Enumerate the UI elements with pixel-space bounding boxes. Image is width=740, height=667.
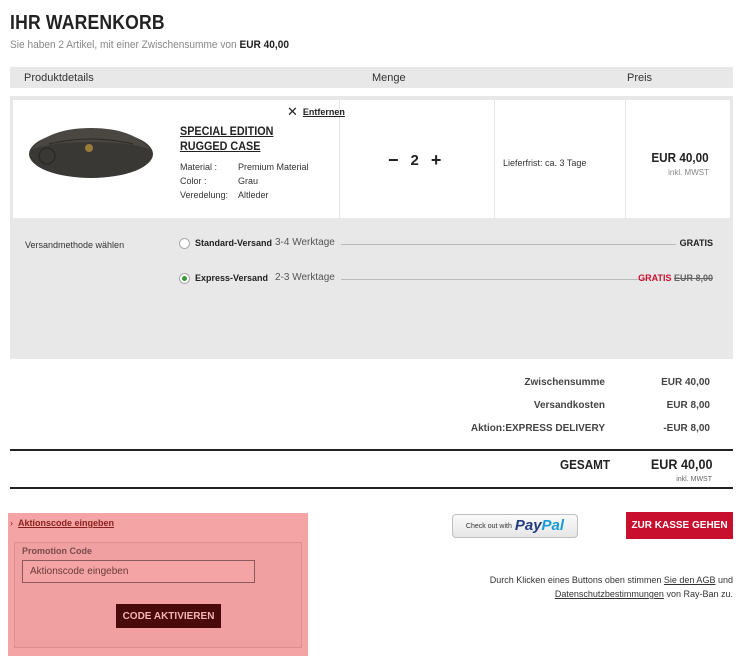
shipping-dotted-line — [341, 279, 646, 280]
paypal-checkout-button[interactable]: Check out with PayPal — [452, 514, 578, 538]
product-name-link[interactable]: SPECIAL EDITION RUGGED CASE — [180, 124, 306, 154]
shipping-option-days: 2-3 Werktage — [275, 272, 335, 283]
total-bottom-rule — [10, 487, 733, 489]
attribute-key: Veredelung: — [180, 190, 229, 200]
agb-link[interactable]: Sie den AGB — [664, 575, 716, 585]
shipping-option-name: Express-Versand — [195, 273, 269, 283]
decrease-quantity-button[interactable]: − — [388, 151, 399, 169]
delivery-time: Lieferfrist: ca. 3 Tage — [503, 158, 587, 168]
express-shipping-radio[interactable] — [179, 273, 190, 284]
shipping-option-price: GRATIS — [638, 273, 672, 283]
shipping-option-price: GRATIS — [679, 238, 713, 248]
page-title: IHR WARENKORB — [10, 12, 165, 34]
promo-toggle-label: Aktionscode eingeben — [18, 518, 115, 528]
remove-label: Entfernen — [302, 107, 345, 117]
cart-subtitle: Sie haben 2 Artikel, mit einer Zwischens… — [10, 39, 289, 51]
total-value: EUR 40,00 — [650, 456, 712, 472]
cart-contents: ✕ Entfernen SPECIAL EDITION RUGGED CASE … — [10, 96, 733, 359]
attribute-key: Material : — [180, 162, 218, 172]
paypal-logo-icon: PayPal — [515, 517, 564, 535]
paypal-brand-pal: Pal — [541, 517, 565, 534]
promotion-value: -EUR 8,00 — [663, 423, 710, 434]
close-icon: ✕ — [287, 104, 298, 119]
total-note: inkl. MWST — [676, 476, 712, 483]
promotion-label: Aktion:EXPRESS DELIVERY — [470, 423, 605, 434]
quantity-value: 2 — [410, 152, 419, 169]
subtitle-amount: EUR 40,00 — [239, 39, 290, 51]
cell-divider — [339, 100, 340, 218]
paypal-brand-pay: Pay — [514, 517, 542, 534]
cart-item: ✕ Entfernen SPECIAL EDITION RUGGED CASE … — [13, 100, 730, 218]
attribute-value: Premium Material — [238, 162, 309, 172]
legal-text: Durch Klicken eines Buttons oben stimmen — [489, 575, 662, 585]
attribute-value: Altleder — [238, 190, 269, 200]
checkout-button[interactable]: ZUR KASSE GEHEN — [626, 512, 733, 539]
legal-text: von Ray-Ban zu. — [666, 589, 733, 599]
legal-text: und — [717, 575, 733, 585]
shipping-dotted-line — [341, 244, 676, 245]
shipping-option-old-price: EUR 8,00 — [673, 273, 713, 283]
promo-code-panel: › Aktionscode eingeben Promotion Code CO… — [8, 513, 308, 656]
shipping-cost-value: EUR 8,00 — [666, 400, 710, 411]
increase-quantity-button[interactable]: + — [431, 151, 442, 169]
cell-divider — [625, 100, 626, 218]
item-price: EUR 40,00 — [651, 150, 709, 165]
shipping-option-price-group: GRATIS EUR 8,00 — [638, 273, 713, 283]
paypal-prefix: Check out with — [465, 522, 512, 530]
activate-code-button[interactable]: CODE AKTIVIEREN — [116, 604, 221, 628]
promo-code-field-label: Promotion Code — [22, 546, 92, 556]
subtotal-value: EUR 40,00 — [661, 377, 710, 388]
legal-notice: Durch Klicken eines Buttons oben stimmen… — [473, 573, 733, 601]
subtotal-label: Zwischensumme — [524, 377, 605, 388]
shipping-option-name: Standard-Versand — [195, 238, 273, 248]
cart-table-header: Produktdetails Menge Preis — [10, 67, 733, 88]
remove-item-link[interactable]: ✕ Entfernen — [287, 104, 345, 119]
col-product-details: Produktdetails — [24, 72, 94, 84]
shipping-option-days: 3-4 Werktage — [275, 237, 335, 248]
total-label: GESAMT — [560, 457, 611, 472]
attribute-value: Grau — [238, 176, 259, 186]
cell-divider — [494, 100, 495, 218]
shipping-option-express[interactable]: Express-Versand 2-3 Werktage GRATIS EUR … — [179, 272, 713, 286]
quantity-stepper: − 2 + — [388, 151, 442, 169]
promo-code-form: Promotion Code CODE AKTIVIEREN — [14, 542, 302, 648]
chevron-right-icon: › — [10, 518, 13, 528]
attribute-key: Color : — [180, 176, 207, 186]
standard-shipping-radio[interactable] — [179, 238, 190, 249]
promo-code-toggle[interactable]: › Aktionscode eingeben — [10, 518, 114, 528]
shipping-option-standard[interactable]: Standard-Versand 3-4 Werktage GRATIS — [179, 237, 713, 251]
promo-code-input[interactable] — [22, 560, 255, 583]
col-quantity: Menge — [372, 72, 406, 84]
subtitle-text: Sie haben 2 Artikel, mit einer Zwischens… — [10, 39, 237, 51]
total-top-rule — [10, 449, 733, 451]
shipping-method-label: Versandmethode wählen — [25, 240, 125, 250]
col-price: Preis — [627, 72, 653, 84]
attribute-row: Material : Premium Material — [180, 160, 309, 174]
product-attributes: Material : Premium Material Color : Grau… — [180, 160, 309, 202]
shipping-cost-label: Versandkosten — [533, 400, 605, 411]
item-price-note: inkl. MWST — [668, 168, 709, 177]
attribute-row: Veredelung: Altleder — [180, 188, 309, 202]
attribute-row: Color : Grau — [180, 174, 309, 188]
privacy-policy-link[interactable]: Datenschutzbestimmungen — [555, 589, 664, 599]
product-image[interactable] — [29, 124, 153, 180]
